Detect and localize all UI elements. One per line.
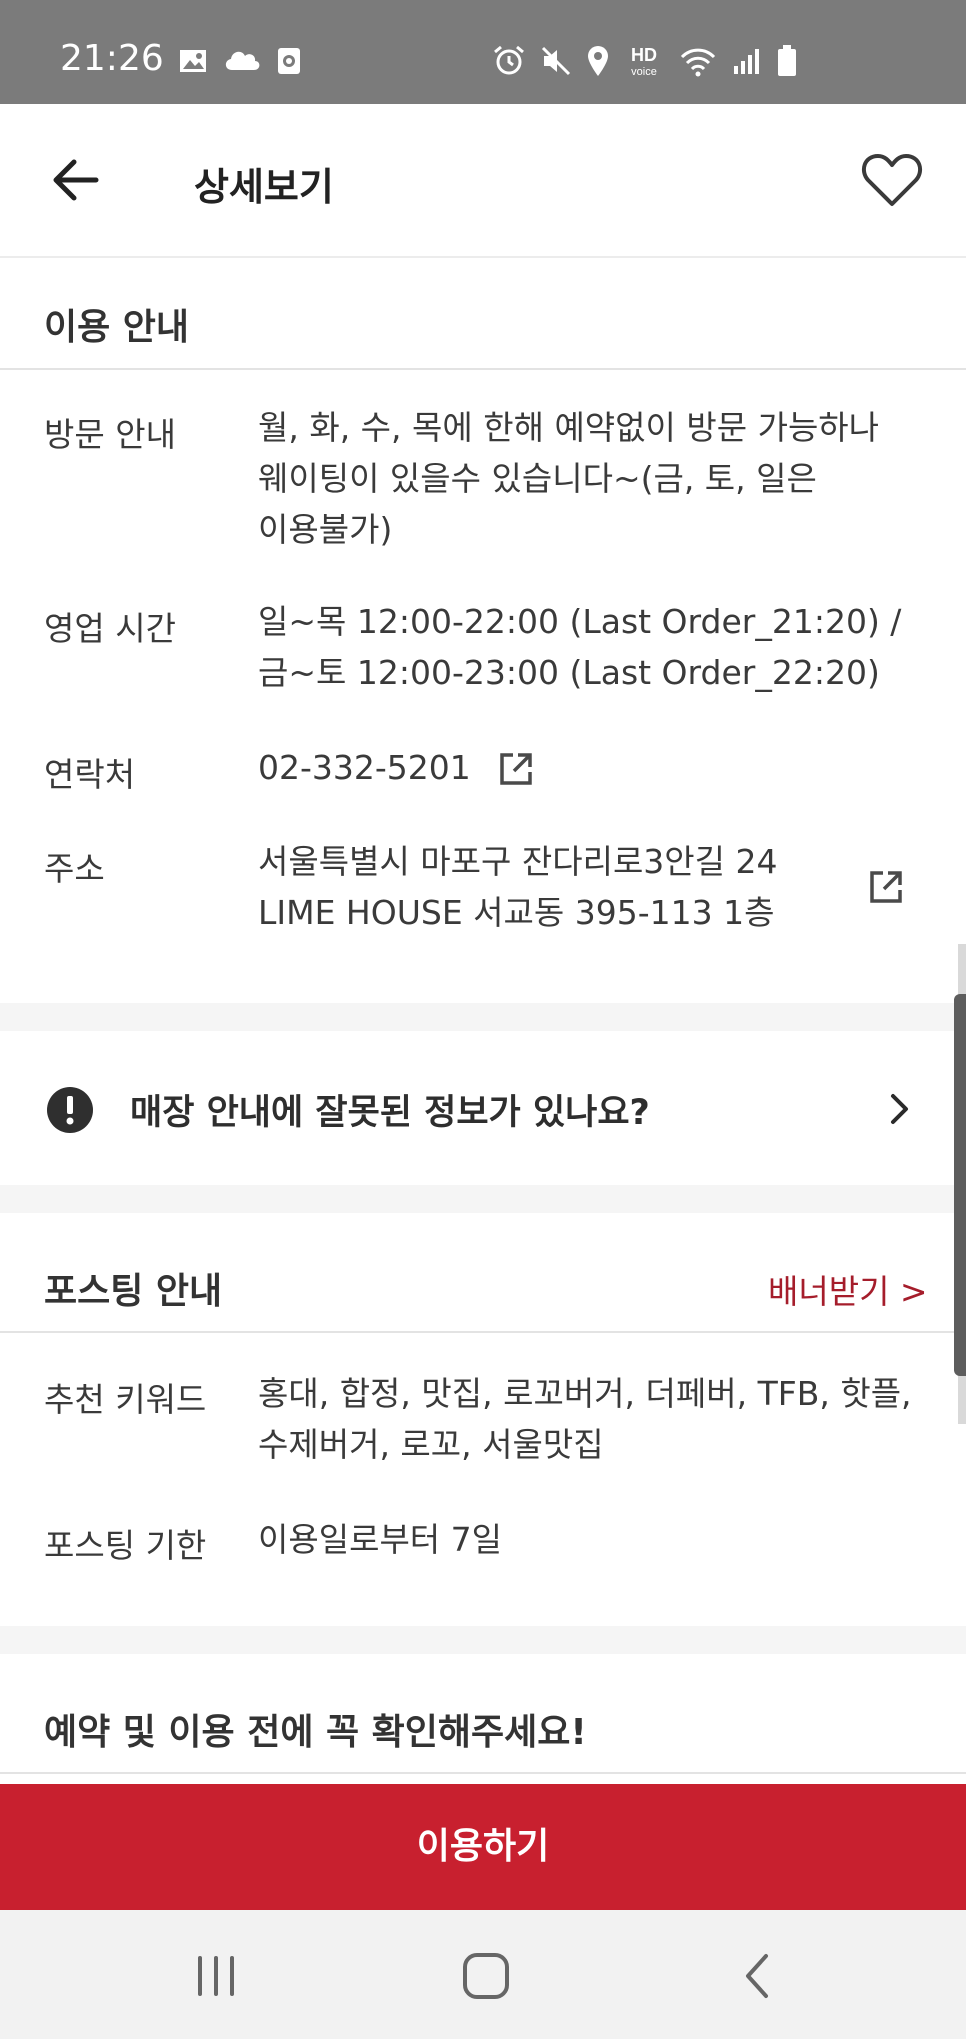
business-hours-value: 일~목 12:00-22:00 (Last Order_21:20) / 금~토…: [258, 596, 901, 698]
battery-icon: [778, 45, 796, 76]
posting-deadline-label: 포스팅 기한: [44, 1526, 207, 1565]
external-link-icon[interactable]: [866, 867, 906, 907]
address-label: 주소: [44, 849, 105, 888]
back-button[interactable]: [46, 150, 106, 210]
visit-info-line-3: 이용불가): [258, 510, 393, 549]
section-gap: [0, 1626, 966, 1654]
phone-number[interactable]: 02-332-5201: [258, 742, 471, 793]
posting-deadline-value: 이용일로부터 7일: [258, 1514, 502, 1565]
banner-download-link[interactable]: 배너받기 >: [768, 1265, 928, 1313]
cloud-icon: [225, 51, 260, 70]
location-icon: [588, 46, 608, 76]
status-bar: 21:26 HD voice: [0, 0, 966, 104]
visit-info-label: 방문 안내: [44, 415, 176, 454]
external-link-icon[interactable]: [496, 749, 536, 789]
divider: [0, 1772, 966, 1774]
report-wrong-info-text: 매장 안내에 잘못된 정보가 있나요?: [130, 1093, 650, 1133]
screen-record-icon: [278, 48, 300, 74]
svg-text:voice: voice: [631, 66, 657, 78]
scrollbar-thumb[interactable]: [954, 994, 966, 1376]
contact-label: 연락처: [44, 755, 136, 794]
address-value: 서울특별시 마포구 잔다리로3안길 24 LIME HOUSE 서교동 395-…: [258, 836, 778, 938]
svg-text:HD: HD: [631, 45, 657, 65]
hd-voice-icon: HD voice: [631, 45, 657, 78]
alarm-icon: [494, 45, 524, 75]
address-line-1: 서울특별시 마포구 잔다리로3안길 24: [258, 842, 778, 881]
system-nav-bar: [0, 1910, 966, 2039]
wifi-icon: [680, 48, 716, 77]
business-hours-line-2: 금~토 12:00-23:00 (Last Order_22:20): [258, 653, 880, 692]
section-gap: [0, 1185, 966, 1213]
mute-icon: [541, 46, 571, 76]
keywords-line-2: 수제버거, 로꼬, 서울맛집: [258, 1425, 604, 1464]
visit-info-value: 월, 화, 수, 목에 한해 예약없이 방문 가능하나 웨이팅이 있을수 있습니…: [258, 402, 879, 555]
business-hours-label: 영업 시간: [44, 609, 176, 648]
page-title: 상세보기: [194, 165, 334, 209]
arrow-left-icon: [53, 159, 99, 201]
keywords-line-1: 홍대, 합정, 맛집, 로꼬버거, 더페버, TFB, 핫플,: [258, 1374, 912, 1413]
gallery-icon: [180, 50, 206, 72]
section-gap: [0, 1003, 966, 1031]
alert-circle-icon: [47, 1087, 93, 1133]
status-right-icons: HD voice: [492, 44, 798, 78]
address-line-2: LIME HOUSE 서교동 395-113 1층: [258, 893, 775, 932]
keywords-label: 추천 키워드: [44, 1380, 207, 1419]
posting-info-title: 포스팅 안내: [44, 1271, 223, 1312]
divider: [0, 1331, 966, 1333]
use-button[interactable]: 이용하기: [0, 1784, 966, 1910]
chevron-right-icon: [891, 1094, 908, 1124]
contact-value[interactable]: 02-332-5201: [258, 742, 471, 793]
business-hours-line-1: 일~목 12:00-22:00 (Last Order_21:20) /: [258, 602, 902, 641]
recent-apps-icon[interactable]: [186, 1946, 246, 2006]
report-wrong-info-row[interactable]: 매장 안내에 잘못된 정보가 있나요?: [0, 1031, 966, 1185]
status-time: 21:26: [60, 38, 164, 79]
signal-icon: [734, 49, 759, 74]
favorite-button[interactable]: [860, 148, 924, 212]
keywords-value: 홍대, 합정, 맛집, 로꼬버거, 더페버, TFB, 핫플, 수제버거, 로꼬…: [258, 1368, 912, 1470]
visit-info-line-2: 웨이팅이 있을수 있습니다~(금, 토, 일은: [258, 459, 817, 498]
visit-info-line-1: 월, 화, 수, 목에 한해 예약없이 방문 가능하나: [258, 408, 880, 447]
notice-title: 예약 및 이용 전에 꼭 확인해주세요!: [44, 1712, 587, 1753]
usage-info-title: 이용 안내: [44, 307, 190, 348]
back-icon[interactable]: [728, 1946, 788, 2006]
posting-deadline-line-1: 이용일로부터 7일: [258, 1520, 503, 1559]
app-header: 상세보기: [0, 104, 966, 258]
status-left-icons: [178, 46, 302, 76]
divider: [0, 368, 966, 370]
home-icon[interactable]: [456, 1946, 516, 2006]
heart-outline-icon: [861, 154, 923, 206]
